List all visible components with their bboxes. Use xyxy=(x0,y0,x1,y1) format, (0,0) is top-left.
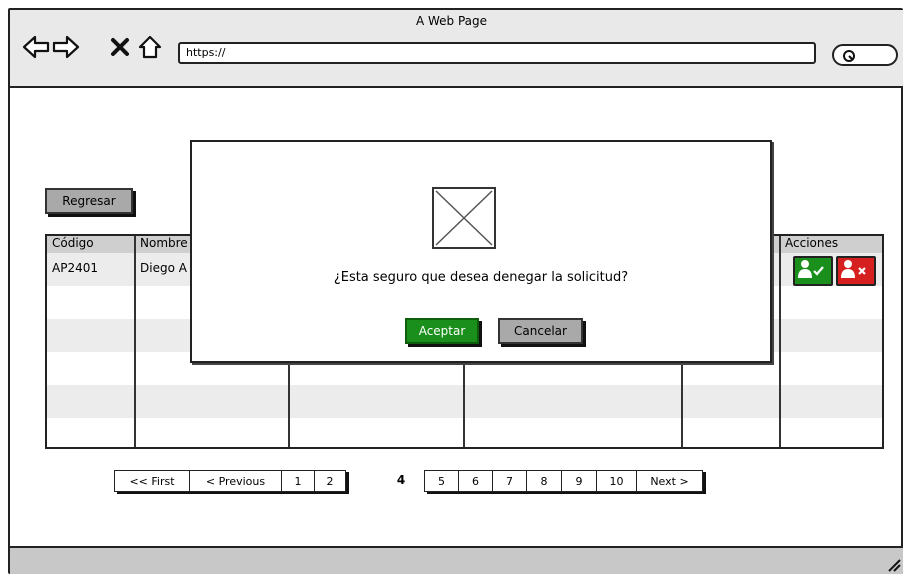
window-title: A Web Page xyxy=(415,14,488,28)
back-nav-button[interactable] xyxy=(22,32,50,62)
pagination-current-page: 4 xyxy=(396,473,406,487)
status-bar xyxy=(10,546,903,574)
cancel-button[interactable]: Cancelar xyxy=(498,318,583,344)
arrow-right-icon xyxy=(52,35,80,59)
pagination-page[interactable]: 10 xyxy=(596,470,637,492)
arrow-left-icon xyxy=(22,35,50,59)
back-button[interactable]: Regresar xyxy=(45,188,133,214)
resize-grip-icon[interactable] xyxy=(887,558,901,572)
dialog-message: ¿Esta seguro que desea denegar la solici… xyxy=(333,270,629,285)
home-button[interactable] xyxy=(136,32,164,62)
pagination-first[interactable]: << First xyxy=(114,470,190,492)
browser-search-button[interactable] xyxy=(832,44,898,66)
pagination-page[interactable]: 2 xyxy=(314,470,346,492)
address-bar[interactable]: https:// xyxy=(178,42,816,64)
pagination-page[interactable]: 8 xyxy=(526,470,562,492)
pagination-page[interactable]: 5 xyxy=(424,470,459,492)
cell-nombre: Diego A xyxy=(140,261,187,275)
user-x-icon xyxy=(841,260,866,278)
column-header-codigo: Código xyxy=(52,236,94,250)
pagination-page[interactable]: 9 xyxy=(561,470,597,492)
approve-request-button[interactable] xyxy=(793,256,833,286)
table-row xyxy=(47,385,882,418)
image-placeholder-icon xyxy=(432,187,496,249)
pagination-page[interactable]: 6 xyxy=(458,470,493,492)
user-check-icon xyxy=(798,260,824,278)
column-header-acciones: Acciones xyxy=(785,236,839,250)
pagination-previous[interactable]: < Previous xyxy=(189,470,282,492)
pagination-page[interactable]: 7 xyxy=(492,470,527,492)
close-icon xyxy=(111,38,129,56)
search-icon xyxy=(843,50,855,62)
stop-button[interactable] xyxy=(106,32,134,62)
confirm-dialog xyxy=(190,140,772,363)
accept-button[interactable]: Aceptar xyxy=(405,318,479,344)
pagination-next[interactable]: Next > xyxy=(636,470,703,492)
forward-nav-button[interactable] xyxy=(52,32,80,62)
cell-codigo: AP2401 xyxy=(52,261,98,275)
column-header-nombre: Nombre xyxy=(140,236,188,250)
deny-request-button[interactable] xyxy=(836,256,876,286)
pagination-page[interactable]: 1 xyxy=(281,470,315,492)
home-icon xyxy=(138,35,162,59)
